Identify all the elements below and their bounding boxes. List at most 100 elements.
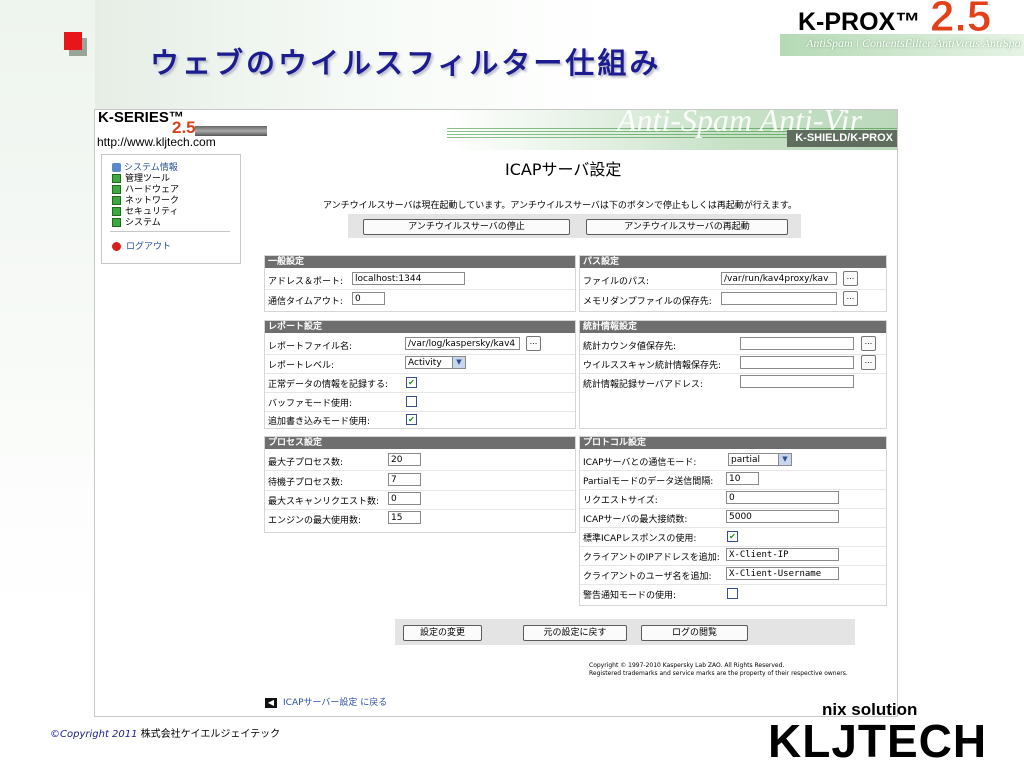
kprox-logo-tagline: AntiSpam | ContentsFilter AntiVirus Anti… — [806, 36, 1021, 50]
idle-child-label: 待機子プロセス数: — [268, 478, 344, 488]
warning-mode-label: 警告通知モードの使用: — [583, 591, 677, 601]
comm-mode-value: partial — [731, 455, 760, 465]
request-size-label: リクエストサイズ: — [583, 496, 658, 506]
buffer-mode-row: バッファモード使用: — [265, 392, 575, 412]
engine-input[interactable]: 15 — [388, 511, 421, 524]
dump-path-browse-button[interactable]: ... — [843, 291, 858, 306]
kseries-logo[interactable]: K-SERIES™ 2.5 http://www.kljtech.com — [95, 110, 305, 150]
general-settings-panel: 一般設定 アドレス＆ポート: localhost:1344 通信タイムアウト: … — [264, 255, 576, 312]
scan-stats-row: ウイルススキャン統計情報保存先: ... — [580, 354, 886, 374]
buffer-mode-label: バッファモード使用: — [268, 399, 353, 409]
logout-link[interactable]: ログアウト — [112, 239, 171, 252]
server-control-bar: アンチウイルスサーバの停止 アンチウイルスサーバの再起動 — [348, 214, 801, 238]
stats-server-label: 統計情報記録サーバアドレス: — [583, 380, 703, 390]
engine-row: エンジンの最大使用数: 15 — [265, 509, 575, 528]
slide-title: ウェブのウイルスフィルター仕組み — [150, 46, 662, 80]
file-path-input[interactable]: /var/run/kav4proxy/kav — [721, 272, 837, 285]
sidebar-divider — [110, 231, 230, 232]
engine-label: エンジンの最大使用数: — [268, 516, 362, 526]
kprox-logo: K-PROX™ 2.5 AntiSpam | ContentsFilter An… — [780, 0, 1024, 60]
report-file-input[interactable]: /var/log/kaspersky/kav4 — [405, 337, 520, 350]
max-scan-label: 最大スキャンリクエスト数: — [268, 497, 380, 507]
file-path-browse-button[interactable]: ... — [843, 271, 858, 286]
client-ip-input[interactable]: X-Client-IP — [726, 548, 839, 561]
panel-header: プロトコル設定 — [580, 437, 886, 449]
partial-interval-row: Partialモードのデータ送信間隔: 10 — [580, 470, 886, 490]
panel-header: プロセス設定 — [265, 437, 575, 449]
max-connections-input[interactable]: 5000 — [726, 510, 839, 523]
client-user-input[interactable]: X-Client-Username — [726, 567, 839, 580]
view-logs-button[interactable]: ログの閲覧 — [641, 625, 748, 641]
append-mode-label: 追加書き込みモード使用: — [268, 417, 371, 427]
bullet-square-icon — [64, 32, 82, 50]
slide-footer: ©Copyright 2011 株式会社ケイエルジェイテック — [50, 725, 280, 740]
app-window: K-SERIES™ 2.5 http://www.kljtech.com Ant… — [94, 109, 898, 717]
app-header: K-SERIES™ 2.5 http://www.kljtech.com Ant… — [95, 110, 897, 150]
max-scan-row: 最大スキャンリクエスト数: 0 — [265, 490, 575, 510]
chevron-down-icon: ▼ — [778, 454, 791, 465]
standard-icap-row: 標準ICAPレスポンスの使用: ✔ — [580, 527, 886, 547]
action-bar: 設定の変更 元の設定に戻す ログの閲覧 — [395, 619, 855, 645]
stats-counter-browse-button[interactable]: ... — [861, 336, 876, 351]
append-mode-checkbox[interactable]: ✔ — [406, 414, 417, 425]
max-scan-input[interactable]: 0 — [388, 492, 421, 505]
report-level-select[interactable]: Activity ▼ — [405, 356, 466, 369]
stats-server-input[interactable] — [740, 375, 854, 388]
stats-counter-input[interactable] — [740, 337, 854, 350]
scan-stats-label: ウイルススキャン統計情報保存先: — [583, 361, 722, 371]
warning-mode-checkbox[interactable] — [727, 588, 738, 599]
server-status-message: アンチウイルスサーバは現在起動しています。アンチウイルスサーバは下のボタンで停止… — [323, 201, 798, 211]
comm-mode-row: ICAPサーバとの通信モード: partial ▼ — [580, 451, 886, 471]
report-settings-panel: レポート設定 レポートファイル名: /var/log/kaspersky/kav… — [264, 320, 576, 429]
scan-stats-browse-button[interactable]: ... — [861, 355, 876, 370]
report-file-label: レポートファイル名: — [268, 342, 353, 352]
client-ip-label: クライアントのIPアドレスを追加: — [583, 553, 720, 563]
dump-path-input[interactable] — [721, 292, 837, 305]
partial-interval-input[interactable]: 10 — [726, 472, 759, 485]
stop-server-button[interactable]: アンチウイルスサーバの停止 — [363, 219, 570, 235]
slide-company: 株式会社ケイエルジェイテック — [140, 729, 281, 740]
report-level-row: レポートレベル: Activity ▼ — [265, 354, 575, 374]
folder-icon — [112, 218, 121, 227]
max-child-input[interactable]: 20 — [388, 453, 421, 466]
address-label: アドレス＆ポート: — [268, 277, 344, 287]
revert-settings-button[interactable]: 元の設定に戻す — [523, 625, 627, 641]
comm-mode-select[interactable]: partial ▼ — [728, 453, 792, 466]
request-size-input[interactable]: 0 — [726, 491, 839, 504]
back-link-label: ICAPサーバー設定 に戻る — [283, 698, 388, 708]
stats-settings-panel: 統計情報設定 統計カウンタ値保存先: ... ウイルススキャン統計情報保存先: … — [579, 320, 887, 429]
apply-settings-button[interactable]: 設定の変更 — [403, 625, 482, 641]
sidebar-item-system[interactable]: システム — [112, 215, 161, 228]
back-to-icap-link[interactable]: ◀ ICAPサーバー設定 に戻る — [265, 695, 387, 708]
comm-mode-label: ICAPサーバとの通信モード: — [583, 458, 697, 468]
warning-mode-row: 警告通知モードの使用: — [580, 584, 886, 603]
standard-icap-label: 標準ICAPレスポンスの使用: — [583, 534, 697, 544]
kseries-logo-title: K-SERIES™ — [98, 109, 184, 126]
sidebar-item-label: システム — [125, 218, 161, 228]
normal-data-checkbox[interactable]: ✔ — [406, 377, 417, 388]
slide-copyright: ©Copyright 2011 — [50, 729, 138, 740]
logout-label: ログアウト — [126, 242, 172, 252]
report-file-browse-button[interactable]: ... — [526, 336, 541, 351]
report-level-label: レポートレベル: — [268, 361, 335, 371]
buffer-mode-checkbox[interactable] — [406, 396, 417, 407]
idle-child-row: 待機子プロセス数: 7 — [265, 471, 575, 491]
copyright-line-2: Registered trademarks and service marks … — [589, 670, 848, 677]
kaspersky-copyright: Copyright © 1997-2010 Kaspersky Lab ZAO.… — [589, 662, 848, 678]
slide-left-band — [0, 0, 95, 768]
idle-child-input[interactable]: 7 — [388, 473, 421, 486]
dump-path-label: メモリダンプファイルの保存先: — [583, 297, 712, 307]
back-arrow-icon: ◀ — [265, 697, 277, 708]
restart-server-button[interactable]: アンチウイルスサーバの再起動 — [586, 219, 788, 235]
page-title: ICAPサーバ設定 — [505, 160, 622, 179]
address-input[interactable]: localhost:1344 — [352, 272, 465, 285]
partial-interval-label: Partialモードのデータ送信間隔: — [583, 477, 714, 487]
stats-server-row: 統計情報記録サーバアドレス: — [580, 373, 886, 392]
product-banner: Anti-Spam Anti-Vir K-SHIELD/K-PROX — [447, 110, 897, 150]
panel-header: 統計情報設定 — [580, 321, 886, 333]
stats-counter-row: 統計カウンタ値保存先: ... — [580, 335, 886, 355]
standard-icap-checkbox[interactable]: ✔ — [727, 531, 738, 542]
scan-stats-input[interactable] — [740, 356, 854, 369]
process-settings-panel: プロセス設定 最大子プロセス数: 20 待機子プロセス数: 7 最大スキャンリク… — [264, 436, 576, 533]
timeout-input[interactable]: 0 — [352, 292, 385, 305]
